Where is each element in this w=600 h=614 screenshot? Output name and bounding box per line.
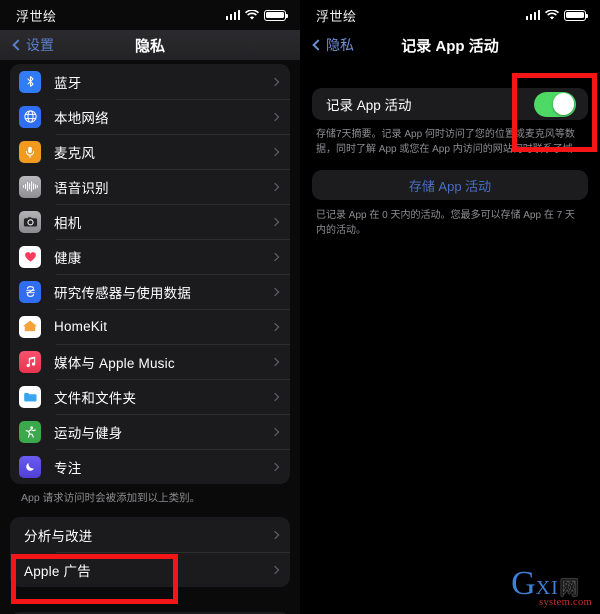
sidebar-item-label: 语音识别 [54,180,109,196]
chevron-right-icon [270,112,280,121]
watermark-cn: 网 [559,577,579,599]
record-activity-toggle-group: 记录 App 活动 [312,88,588,120]
folder-icon [19,385,41,408]
battery-icon [264,9,288,21]
analytics-group: 分析与改进 Apple 广告 [10,517,290,588]
chevron-right-icon [270,147,280,156]
heart-icon [19,245,41,268]
wifi-icon [245,9,259,21]
privacy-category-group: 蓝牙 本地网络 麦克风 语音识别 相机 健康 研究传感器与使用数据 HomeKi… [10,64,290,484]
watermark: G XI 网 system.com [511,564,592,609]
back-button-label: 设置 [26,37,54,53]
right-phone-screen: 浮世绘 隐私 记录 App 活动 记录 App 活动 存储7天摘要。记录 App… [300,0,600,614]
sidebar-item-speech-recognition[interactable]: 语音识别 [10,169,290,204]
watermark-g: G [511,564,536,602]
chevron-right-icon [270,77,280,86]
status-icons [525,9,588,21]
save-app-activity-label: 存储 App 活动 [408,178,492,194]
back-button-label: 隐私 [326,37,354,53]
chevron-right-icon [270,565,280,574]
sidebar-item-fitness[interactable]: 运动与健身 [10,414,290,449]
waveform-icon [19,175,41,198]
status-icons [225,9,288,21]
watermark-top: G XI 网 [511,564,579,602]
dual-screenshot-container: 浮世绘 设置 隐私 蓝牙 本地网络 麦克风 语音识别 相机 健康 研究传感器与使… [0,0,600,614]
carrier-label: 浮世绘 [316,8,357,24]
sidebar-item-media-apple-music[interactable]: 媒体与 Apple Music [10,344,290,379]
chevron-left-icon [312,39,324,51]
back-button[interactable]: 设置 [12,35,54,55]
record-app-activity-row[interactable]: 记录 App 活动 [312,88,588,120]
chevron-right-icon [270,252,280,261]
watermark-domain: system.com [539,596,592,608]
save-app-activity-button[interactable]: 存储 App 活动 [312,170,588,200]
left-phone-screen: 浮世绘 设置 隐私 蓝牙 本地网络 麦克风 语音识别 相机 健康 研究传感器与使… [0,0,300,614]
toggle-knob [552,93,575,115]
sidebar-item-apple-advertising[interactable]: Apple 广告 [10,552,290,587]
running-person-icon [19,420,41,443]
globe-icon [19,105,41,128]
app-activity-content: 记录 App 活动 存储7天摘要。记录 App 何时访问了您的位置或麦克风等数据… [300,60,600,238]
settings-scroll-area[interactable]: 蓝牙 本地网络 麦克风 语音识别 相机 健康 研究传感器与使用数据 HomeKi… [0,60,300,614]
sidebar-item-label: 蓝牙 [54,75,82,91]
sidebar-item-label: 媒体与 Apple Music [54,355,175,371]
chevron-left-icon [12,39,24,51]
sidebar-item-local-network[interactable]: 本地网络 [10,99,290,134]
bluetooth-icon [19,70,41,93]
sidebar-item-label: 健康 [54,250,82,266]
chevron-right-icon [270,322,280,331]
save-activity-description: 已记录 App 在 0 天内的活动。您最多可以存储 App 在 7 天内的活动。 [316,210,575,236]
sidebar-item-bluetooth[interactable]: 蓝牙 [10,64,290,99]
chevron-right-icon [270,182,280,191]
sidebar-item-microphone[interactable]: 麦克风 [10,134,290,169]
watermark-xi: XI [535,576,559,599]
cellular-signal-icon [525,10,540,20]
chevron-right-icon [270,217,280,226]
moon-icon [19,455,41,478]
navigation-bar: 隐私 记录 App 活动 [300,30,600,60]
navigation-bar: 设置 隐私 [0,30,300,60]
sidebar-item-label: 专注 [54,460,82,476]
wifi-icon [545,9,559,21]
cellular-signal-icon [225,10,240,20]
sidebar-item-camera[interactable]: 相机 [10,204,290,239]
sidebar-item-label: 文件和文件夹 [54,390,137,406]
music-note-icon [19,350,41,373]
sidebar-item-health[interactable]: 健康 [10,239,290,274]
status-bar: 浮世绘 [300,0,600,30]
sidebar-item-label: 研究传感器与使用数据 [54,285,191,301]
chevron-right-icon [270,392,280,401]
camera-icon [19,210,41,233]
back-button[interactable]: 隐私 [312,35,354,55]
chevron-right-icon [270,287,280,296]
research-icon [19,280,41,303]
privacy-footnote: App 请求访问时会被添加到以上类别。 [21,492,201,504]
status-bar: 浮世绘 [0,0,300,30]
sidebar-item-research-sensor[interactable]: 研究传感器与使用数据 [10,274,290,309]
sidebar-item-homekit[interactable]: HomeKit [10,309,290,344]
sidebar-item-label: 相机 [54,215,82,231]
sidebar-item-focus[interactable]: 专注 [10,449,290,484]
sidebar-item-label: 本地网络 [54,110,109,126]
microphone-icon [19,140,41,163]
chevron-right-icon [270,427,280,436]
sidebar-item-label: 麦克风 [54,145,96,161]
sidebar-item-label: Apple 广告 [24,563,91,579]
chevron-right-icon [270,462,280,471]
sidebar-item-label: 运动与健身 [54,425,123,441]
record-activity-description: 存储7天摘要。记录 App 何时访问了您的位置或麦克风等数据，同时了解 App … [316,129,575,155]
house-icon [19,315,41,338]
sidebar-item-analytics[interactable]: 分析与改进 [10,517,290,552]
chevron-right-icon [270,530,280,539]
sidebar-item-files-folders[interactable]: 文件和文件夹 [10,379,290,414]
record-app-activity-toggle[interactable] [534,91,576,117]
chevron-right-icon [270,357,280,366]
toggle-label: 记录 App 活动 [326,98,412,113]
sidebar-item-label: HomeKit [54,319,108,334]
carrier-label: 浮世绘 [16,8,57,24]
battery-icon [564,9,588,21]
sidebar-item-label: 分析与改进 [24,528,93,544]
